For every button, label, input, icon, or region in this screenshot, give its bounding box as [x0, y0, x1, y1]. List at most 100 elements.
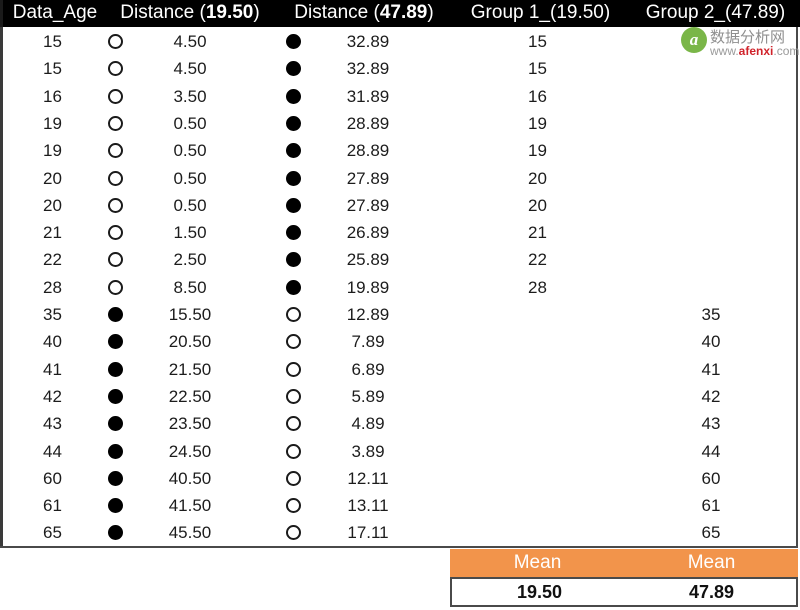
cell-distance-2: 28.89	[346, 113, 390, 133]
table-row[interactable]: 60 40.50 12.11 60	[0, 465, 800, 492]
cell-group-2: 40	[701, 332, 721, 352]
cell-data-age: 43	[43, 414, 62, 434]
table-row[interactable]: 15 4.50 32.89 15	[0, 28, 800, 55]
column-header-distance-2-value: 47.89	[379, 2, 428, 23]
filled-circle-icon	[286, 88, 301, 104]
cell-group-1: 21	[528, 223, 547, 243]
cell-group-2: 41	[701, 359, 721, 379]
table-row[interactable]: 20 0.50 27.89 20	[0, 165, 800, 192]
table-row[interactable]: 19 0.50 28.89 19	[0, 110, 800, 137]
column-header-distance-1-suffix: )	[253, 2, 260, 23]
open-circle-icon	[286, 525, 301, 541]
cell-distance-2: 19.89	[346, 277, 390, 297]
cell-distance-2: 3.89	[351, 441, 385, 461]
cell-distance-1: 0.50	[173, 113, 207, 133]
cell-data-age: 42	[43, 386, 62, 406]
cell-group-2: 35	[701, 305, 721, 324]
cell-distance-1: 2.50	[173, 250, 207, 270]
cell-data-age: 20	[43, 168, 62, 188]
cell-data-age: 40	[43, 332, 62, 352]
cell-distance-1: 1.50	[173, 223, 207, 243]
cell-distance-1: 40.50	[168, 468, 212, 488]
cell-distance-2: 6.89	[351, 359, 385, 379]
filled-circle-icon	[108, 307, 123, 322]
open-circle-icon	[108, 225, 123, 241]
cell-distance-2: 32.89	[346, 59, 390, 79]
table-row[interactable]: 40 20.50 7.89 40	[0, 328, 800, 355]
cell-group-2: 43	[701, 414, 721, 434]
cell-data-age: 22	[43, 250, 62, 270]
cell-group-2	[625, 274, 797, 301]
table-row[interactable]: 43 23.50 4.89 43	[0, 410, 800, 437]
cell-group-2: 42	[701, 386, 721, 406]
column-header-distance-2-prefix: Distance (	[294, 2, 380, 23]
mean-value-group-1: 19.50	[516, 582, 563, 602]
table-row[interactable]: 21 1.50 26.89 21	[0, 219, 800, 246]
open-circle-icon	[108, 143, 123, 159]
cell-group-2	[625, 219, 797, 246]
table-row[interactable]: 15 4.50 32.89 15	[0, 55, 800, 82]
column-header-group-2-prefix: Group 2_(	[645, 2, 732, 23]
table-row[interactable]: 19 0.50 28.89 19	[0, 137, 800, 164]
cell-data-age: 16	[43, 86, 62, 106]
cell-group-1	[450, 383, 625, 410]
open-circle-icon	[108, 61, 123, 77]
open-circle-icon	[108, 170, 123, 186]
cell-distance-1: 4.50	[173, 32, 207, 51]
cell-data-age: 19	[43, 113, 62, 133]
cell-distance-2: 27.89	[346, 195, 390, 215]
filled-circle-icon	[108, 498, 123, 514]
cell-distance-2: 28.89	[346, 141, 390, 161]
cell-group-1	[450, 519, 625, 546]
column-header-distance-2-suffix: )	[427, 2, 434, 23]
cell-distance-1: 23.50	[168, 414, 212, 434]
table-row[interactable]: 35 15.50 12.89 35	[0, 301, 800, 328]
table-row[interactable]: 20 0.50 27.89 20	[0, 192, 800, 219]
cell-data-age: 65	[43, 523, 62, 543]
cell-data-age: 21	[43, 223, 62, 243]
open-circle-icon	[286, 307, 301, 322]
table-row[interactable]: 28 8.50 19.89 28	[0, 274, 800, 301]
filled-circle-icon	[108, 443, 123, 459]
spreadsheet-table-screenshot: Data_Age Distance (19.50) Distance (47.8…	[0, 0, 800, 610]
cell-group-2	[625, 110, 797, 137]
cell-distance-1: 15.50	[168, 305, 212, 324]
mean-label-group-1: Mean	[513, 552, 562, 573]
table-row[interactable]: 42 22.50 5.89 42	[0, 383, 800, 410]
column-header-group-1[interactable]: Group 1_(19.50)	[453, 0, 628, 27]
open-circle-icon	[286, 361, 301, 377]
table-row[interactable]: 61 41.50 13.11 61	[0, 492, 800, 519]
open-circle-icon	[286, 443, 301, 459]
cell-group-1	[450, 492, 625, 519]
open-circle-icon	[286, 470, 301, 486]
cell-group-1	[450, 438, 625, 465]
column-header-group-2[interactable]: Group 2_(47.89)	[628, 0, 800, 27]
cell-distance-1: 0.50	[173, 168, 207, 188]
cell-group-1: 20	[528, 195, 547, 215]
cell-group-1: 15	[528, 59, 547, 79]
column-header-data-age[interactable]: Data_Age	[5, 0, 105, 27]
filled-circle-icon	[108, 470, 123, 486]
cell-distance-2: 4.89	[351, 414, 385, 434]
cell-data-age: 60	[43, 468, 62, 488]
column-header-group-1-suffix: )	[603, 2, 611, 23]
column-header-group-1-prefix: Group 1_(	[470, 2, 557, 23]
column-header-distance-1[interactable]: Distance (19.50)	[105, 0, 275, 27]
table-row[interactable]: 44 24.50 3.89 44	[0, 438, 800, 465]
open-circle-icon	[108, 197, 123, 213]
cell-group-2	[625, 137, 797, 164]
cell-distance-2: 25.89	[346, 250, 390, 270]
cell-distance-2: 31.89	[346, 86, 390, 106]
table-row[interactable]: 41 21.50 6.89 41	[0, 356, 800, 383]
cell-distance-2: 7.89	[351, 332, 385, 352]
table-row[interactable]: 65 45.50 17.11 65	[0, 519, 800, 546]
cell-data-age: 28	[43, 277, 62, 297]
column-header-distance-2[interactable]: Distance (47.89)	[275, 0, 453, 27]
table-row[interactable]: 22 2.50 25.89 22	[0, 246, 800, 273]
cell-distance-2: 12.11	[347, 468, 389, 488]
column-header-group-1-value: 19.50	[556, 2, 604, 23]
cell-group-2: 61	[701, 496, 721, 516]
table-row[interactable]: 16 3.50 31.89 16	[0, 83, 800, 110]
mean-value-band: 19.50 47.89	[450, 577, 798, 607]
cell-group-1	[450, 328, 625, 355]
